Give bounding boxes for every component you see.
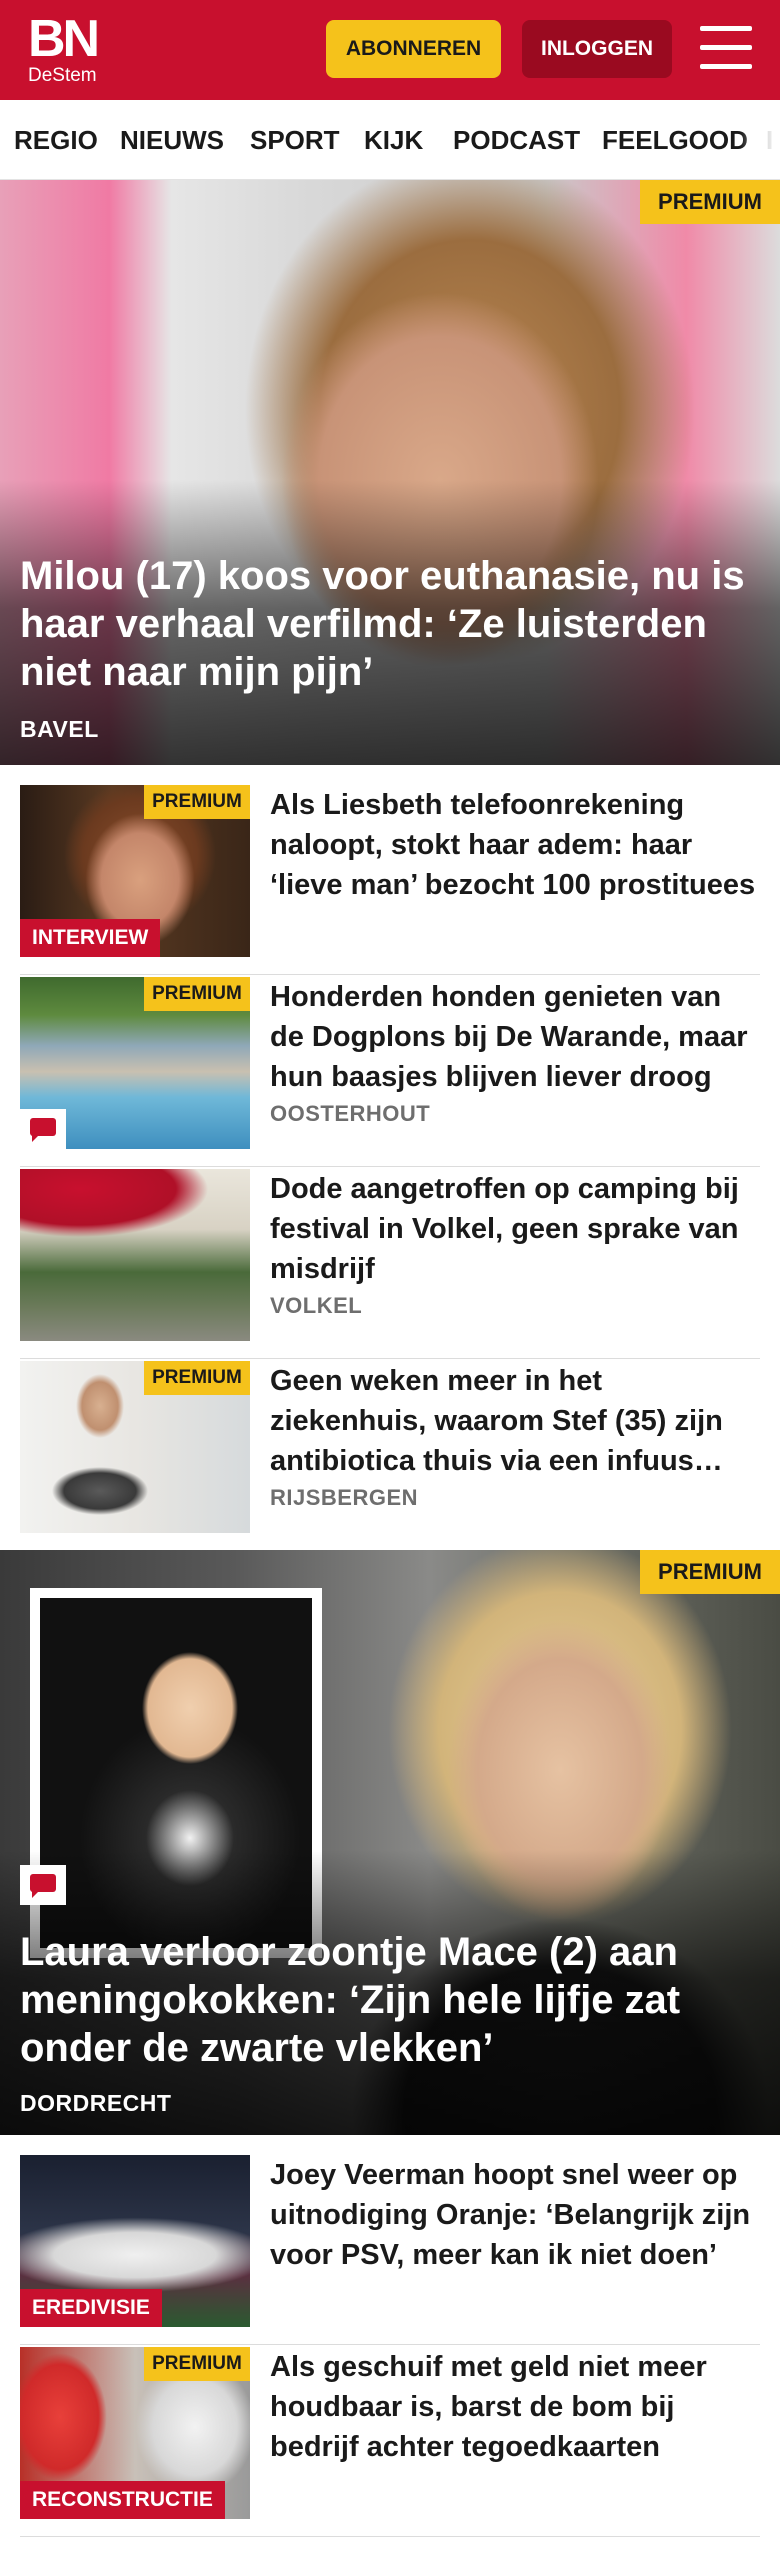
article-title[interactable]: Als Liesbeth telefoonrekening naloopt, s… [270,785,760,905]
premium-badge: PREMIUM [640,1550,780,1594]
article-thumbnail[interactable] [20,1169,250,1341]
premium-badge: PREMIUM [144,785,250,819]
nav-item-feelgood[interactable]: FEELGOOD [602,100,748,179]
article-thumbnail[interactable]: PREMIUM INTERVIEW [20,785,250,957]
site-logo[interactable]: BN DeStem [28,10,114,86]
list-item[interactable]: Dode aangetroffen op camping bij festiva… [20,1169,760,1359]
nav-item-sport[interactable]: SPORT [250,100,340,179]
premium-badge: PREMIUM [144,2347,250,2381]
featured-location: DORDRECHT [20,2090,172,2116]
nav-fade [740,100,780,179]
list-item[interactable]: PREMIUM INTERVIEW Als Liesbeth telefoonr… [20,785,760,975]
list-item[interactable]: EREDIVISIE Joey Veerman hoopt snel weer … [20,2155,760,2345]
nav-item-nieuws[interactable]: NIEUWS [120,100,224,179]
article-text: Honderden honden genieten van de Dogplon… [270,977,760,1127]
featured-title[interactable]: Laura verloor zoontje Mace (2) aan menin… [20,1928,760,2072]
top-header: BN DeStem ABONNEREN INLOGGEN [0,0,780,100]
menu-bar [700,64,752,69]
article-text: Als geschuif met geld niet meer houdbaar… [270,2347,760,2467]
article-title[interactable]: Als geschuif met geld niet meer houdbaar… [270,2347,760,2467]
category-label: RECONSTRUCTIE [20,2481,225,2519]
article-location: VOLKEL [270,1293,363,1318]
list-item[interactable]: PREMIUM Geen weken meer in het ziekenhui… [20,1361,760,1551]
menu-bar [700,26,752,31]
logo-sub-text: DeStem [28,65,97,86]
logo-main-text: BN [28,10,100,68]
article-location: OOSTERHOUT [270,1101,431,1126]
hero-article[interactable]: PREMIUM Milou (17) koos voor euthanasie,… [0,180,780,765]
login-button[interactable]: INLOGGEN [522,20,672,78]
nav-item-kijk[interactable]: KIJK [364,100,423,179]
comment-icon [20,1109,66,1149]
comment-icon [20,1865,66,1905]
hamburger-icon[interactable] [700,26,752,70]
article-text: Geen weken meer in het ziekenhuis, waaro… [270,1361,760,1511]
article-text: Dode aangetroffen op camping bij festiva… [270,1169,760,1319]
section-nav: REGIO NIEUWS SPORT KIJK PODCAST FEELGOOD… [0,100,780,180]
article-text: Als Liesbeth telefoonrekening naloopt, s… [270,785,760,905]
article-title[interactable]: Geen weken meer in het ziekenhuis, waaro… [270,1361,760,1481]
menu-bar [700,45,752,50]
premium-badge: PREMIUM [144,977,250,1011]
article-thumbnail[interactable]: PREMIUM RECONSTRUCTIE [20,2347,250,2519]
article-thumbnail[interactable]: PREMIUM [20,1361,250,1533]
list-item[interactable]: PREMIUM RECONSTRUCTIE Als geschuif met g… [20,2347,760,2537]
premium-badge: PREMIUM [640,180,780,224]
premium-badge: PREMIUM [144,1361,250,1395]
featured-article[interactable]: PREMIUM Laura verloor zoontje Mace (2) a… [0,1550,780,2135]
article-text: Joey Veerman hoopt snel weer op uitnodig… [270,2155,760,2275]
article-thumbnail[interactable]: PREMIUM [20,977,250,1149]
article-thumbnail[interactable]: EREDIVISIE [20,2155,250,2327]
category-label: EREDIVISIE [20,2289,162,2327]
list-item[interactable]: PREMIUM Honderden honden genieten van de… [20,977,760,1167]
hero-location: BAVEL [20,716,99,742]
subscribe-button[interactable]: ABONNEREN [326,20,501,78]
article-title[interactable]: Dode aangetroffen op camping bij festiva… [270,1169,760,1289]
article-title[interactable]: Honderden honden genieten van de Dogplon… [270,977,760,1097]
nav-item-regio[interactable]: REGIO [14,100,98,179]
hero-title[interactable]: Milou (17) koos voor euthanasie, nu is h… [20,552,760,696]
article-title[interactable]: Joey Veerman hoopt snel weer op uitnodig… [270,2155,760,2275]
article-location: RIJSBERGEN [270,1485,419,1510]
nav-item-podcast[interactable]: PODCAST [453,100,580,179]
category-label: INTERVIEW [20,919,161,957]
